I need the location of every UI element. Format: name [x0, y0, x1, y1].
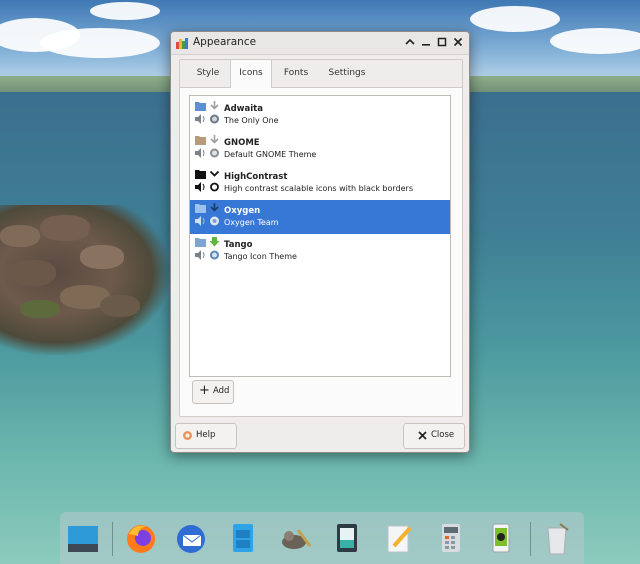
theme-description: Default GNOME Theme: [224, 150, 317, 159]
folder-icon: [195, 102, 206, 111]
download-arrow-icon: [209, 237, 220, 247]
tab-settings[interactable]: Settings: [326, 60, 368, 87]
plus-icon: +: [199, 383, 210, 398]
refresh-icon: [210, 182, 219, 192]
close-button[interactable]: Close: [403, 423, 465, 449]
speaker-icon: [195, 114, 205, 124]
theme-item-tango[interactable]: Tango Tango Icon Theme: [190, 234, 450, 268]
calculator-icon[interactable]: [434, 520, 468, 556]
desktop-icon[interactable]: [66, 520, 100, 556]
theme-item-oxygen[interactable]: Oxygen Oxygen Team: [190, 200, 450, 234]
theme-name: HighContrast: [224, 172, 288, 182]
folder-icon: [195, 170, 206, 179]
globe-icon: [210, 216, 219, 226]
download-arrow-icon: [210, 203, 219, 212]
theme-name: Oxygen: [224, 206, 261, 216]
dock-separator: [530, 522, 531, 556]
theme-description: The Only One: [224, 116, 279, 125]
close-icon: [453, 37, 463, 47]
iconify-button[interactable]: [419, 35, 433, 49]
gimp-icon[interactable]: [278, 520, 312, 556]
window-title: Appearance: [193, 36, 257, 48]
cloud: [90, 2, 160, 20]
theme-item-highcontrast[interactable]: HighContrast High contrast scalable icon…: [190, 166, 450, 200]
theme-name: Tango: [224, 240, 253, 250]
tab-bar: Style Icons Fonts Settings: [180, 60, 462, 88]
maximize-button[interactable]: [435, 35, 449, 49]
theme-name: Adwaita: [224, 104, 263, 114]
icon-theme-list[interactable]: Adwaita The Only One GNOME Default GNOME…: [189, 95, 451, 377]
folder-icon: [195, 136, 206, 145]
globe-icon: [210, 148, 219, 158]
phone-icon[interactable]: [484, 520, 518, 556]
help-button-label: Help: [196, 430, 216, 440]
image-viewer-icon[interactable]: [330, 520, 364, 556]
close-window-button[interactable]: [451, 35, 465, 49]
speaker-icon: [195, 182, 205, 192]
add-button[interactable]: + Add: [192, 380, 234, 404]
theme-item-gnome[interactable]: GNOME Default GNOME Theme: [190, 132, 450, 166]
chevron-down-icon: [209, 170, 220, 177]
dock-separator: [112, 522, 113, 556]
add-button-label: Add: [213, 386, 230, 396]
close-button-label: Close: [431, 430, 455, 440]
theme-name: GNOME: [224, 138, 260, 148]
trash-icon[interactable]: [540, 520, 574, 556]
folder-icon: [195, 204, 206, 213]
close-icon: [418, 431, 427, 440]
tab-style[interactable]: Style: [190, 60, 226, 87]
maximize-icon: [437, 37, 447, 47]
file-manager-icon[interactable]: [226, 520, 260, 556]
download-arrow-icon: [210, 101, 219, 110]
firefox-icon[interactable]: [124, 520, 158, 556]
minimize-button[interactable]: [403, 35, 417, 49]
theme-item-adwaita[interactable]: Adwaita The Only One: [190, 98, 450, 132]
text-editor-icon[interactable]: [382, 520, 416, 556]
dock: [60, 512, 584, 564]
title-bar[interactable]: Appearance: [171, 32, 469, 55]
speaker-icon: [195, 250, 205, 260]
cloud: [40, 28, 160, 58]
globe-icon: [210, 114, 219, 124]
theme-description: Tango Icon Theme: [224, 252, 297, 261]
help-icon: [183, 431, 192, 440]
chevron-up-icon: [405, 38, 415, 45]
theme-description: Oxygen Team: [224, 218, 279, 227]
appearance-app-icon: [176, 38, 188, 49]
appearance-window: Appearance Style Icons Fonts Settings Ad…: [170, 31, 470, 453]
tab-icons[interactable]: Icons: [230, 60, 272, 88]
thunderbird-icon[interactable]: [174, 520, 208, 556]
cloud: [550, 28, 640, 54]
cloud: [470, 6, 560, 32]
rocks: [0, 205, 170, 355]
globe-icon: [210, 250, 219, 260]
tab-widget: Style Icons Fonts Settings Adwaita The O…: [179, 59, 463, 417]
tab-fonts[interactable]: Fonts: [278, 60, 314, 87]
folder-icon: [195, 238, 206, 247]
speaker-icon: [195, 216, 205, 226]
speaker-icon: [195, 148, 205, 158]
download-arrow-icon: [210, 135, 219, 144]
minimize-icon: [422, 44, 430, 46]
help-button[interactable]: Help: [175, 423, 237, 449]
theme-description: High contrast scalable icons with black …: [224, 184, 413, 193]
